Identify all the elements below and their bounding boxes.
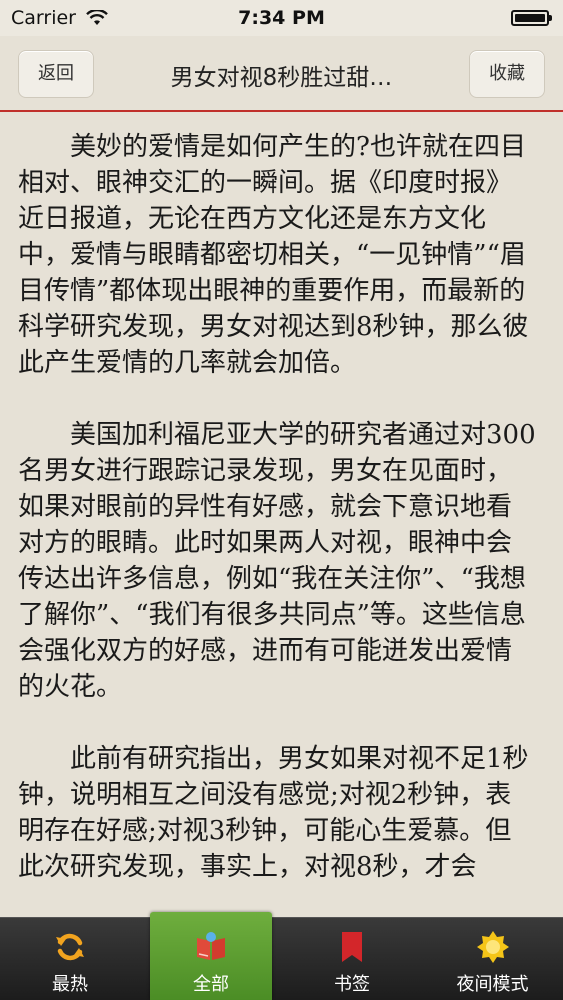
tab-label: 全部	[193, 974, 229, 995]
favorite-button[interactable]: 收藏	[469, 50, 545, 98]
battery-icon	[511, 10, 552, 26]
tab-bookmarks[interactable]: 书签	[282, 918, 422, 1000]
bookmark-icon	[335, 930, 369, 964]
tab-label: 书签	[334, 974, 370, 995]
tab-label: 夜间模式	[456, 974, 529, 995]
article-paragraph: 此前有研究指出，男女如果对视不足1秒钟，说明相互之间没有感觉;对视2秒钟，表明存…	[18, 744, 529, 882]
book-icon	[194, 930, 228, 964]
article-content[interactable]: 美妙的爱情是如何产生的?也许就在四目相对、眼神交汇的一瞬间。据《印度时报》近日报…	[0, 112, 563, 918]
tab-all[interactable]: 全部	[150, 912, 272, 1000]
tab-hottest[interactable]: 最热	[0, 918, 140, 1000]
navigation-bar: 返回 男女对视8秒胜过甜… 收藏	[0, 36, 563, 112]
article-paragraph: 美国加利福尼亚大学的研究者通过对300名男女进行跟踪记录发现，男女在见面时，如果…	[18, 420, 536, 702]
status-time: 7:34 PM	[238, 7, 325, 29]
back-button[interactable]: 返回	[18, 50, 94, 98]
sun-icon	[476, 930, 510, 964]
status-bar: Carrier 7:34 PM	[0, 0, 563, 36]
tab-bar: 最热 全部 书签 夜间模式	[0, 912, 563, 1000]
page-title: 男女对视8秒胜过甜…	[170, 65, 393, 91]
refresh-icon	[53, 930, 87, 964]
article-paragraph: 美妙的爱情是如何产生的?也许就在四目相对、眼神交汇的一瞬间。据《印度时报》近日报…	[18, 132, 529, 378]
tab-night-mode[interactable]: 夜间模式	[422, 918, 563, 1000]
tab-label: 最热	[52, 974, 88, 995]
